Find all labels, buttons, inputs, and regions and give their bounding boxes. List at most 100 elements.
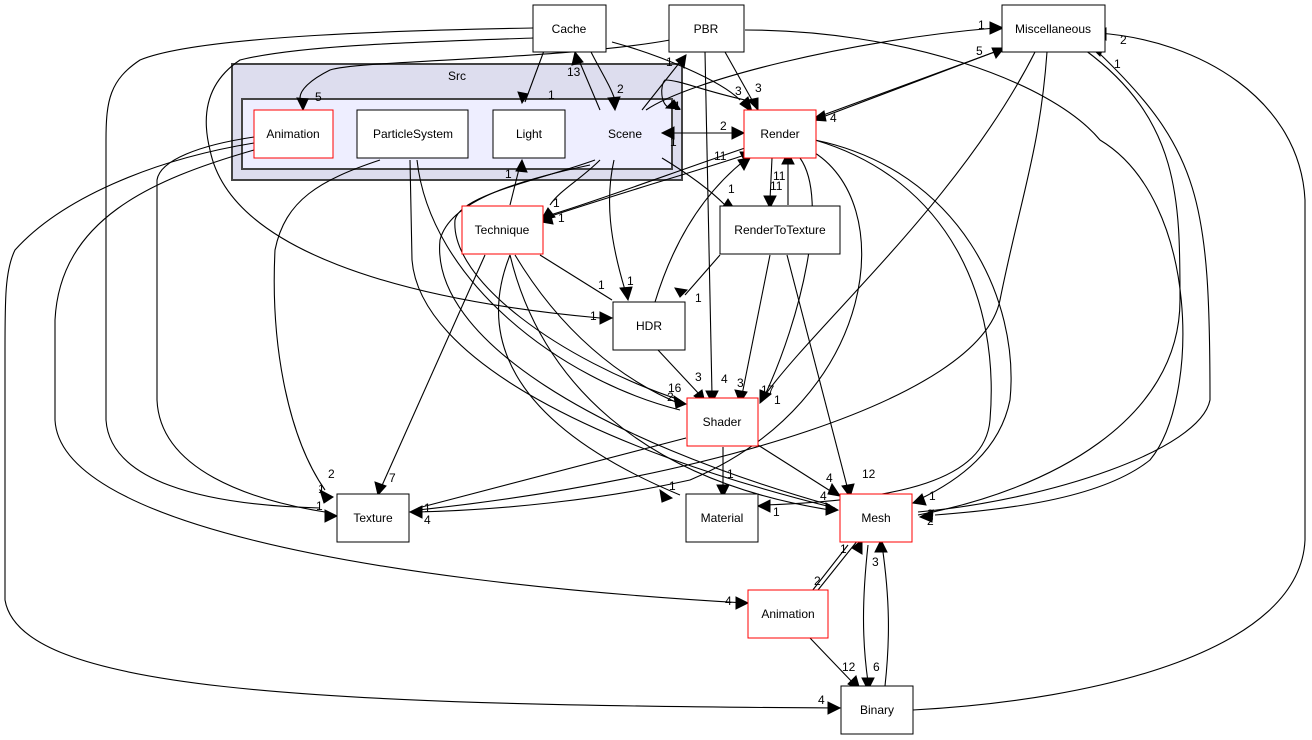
edge-label: 4 [830,111,837,125]
node-scene[interactable]: Scene [608,127,642,141]
arrowhead [989,21,1005,35]
edge-label: 3 [755,81,762,95]
edge-label: 1 [558,211,565,225]
edge-render-material[interactable] [764,139,992,506]
node-particlesystem[interactable]: ParticleSystem [356,109,469,159]
edge-misc-mesh[interactable] [917,49,1181,516]
node-binary[interactable]: Binary [840,685,914,735]
node-mesh-label: Mesh [861,511,890,525]
edge-label: 6 [873,660,880,674]
edge-shader-mesh[interactable] [757,444,833,493]
node-light[interactable]: Light [492,109,566,159]
edge-label: 1 [669,479,676,493]
edge-srcanim-texture[interactable] [156,136,326,513]
node-material-label: Material [701,511,744,525]
node-hdr[interactable]: HDR [612,301,686,351]
edge-label: 17 [761,383,775,397]
edge-label: 3 [872,555,879,569]
edge-label: 1 [774,393,781,407]
edge-label: 2 [720,119,727,133]
node-render[interactable]: Render [743,109,817,159]
arrowhead [731,126,746,140]
edge-binary-misc[interactable] [912,32,1306,711]
arrowhead [619,286,633,302]
node-animation[interactable]: Animation [747,589,829,639]
edge-label: 1 [695,291,702,305]
edge-label: 5 [976,44,983,58]
edge-label: 12 [862,467,876,481]
edge-mesh-misc[interactable] [917,51,1211,513]
arrowhead [673,394,688,409]
edge-misc-render[interactable] [819,47,1006,119]
edge-label: 3 [737,376,744,390]
node-pbr[interactable]: PBR [668,4,745,53]
edge-label: 2 [927,514,934,528]
edge-label: 1 [666,55,673,69]
arrowhead [408,505,423,519]
node-technique-label: Technique [475,223,530,237]
node-material[interactable]: Material [685,493,759,543]
edge-particle-shader[interactable] [416,159,681,411]
edge-pbr-mesh[interactable] [744,29,1184,516]
edge-label: 4 [818,693,825,707]
edge-label: 5 [315,90,322,104]
node-texture-label: Texture [353,511,393,525]
edge-rtt-hdr[interactable] [684,254,721,296]
node-miscellaneous[interactable]: Miscellaneous [1001,4,1106,53]
edge-rtt-shader[interactable] [741,254,771,396]
edge-binary-mesh[interactable] [881,544,889,687]
edge-particle-texture[interactable] [273,159,381,491]
node-hdr-label: HDR [636,319,662,333]
node-animation-label: Animation [761,607,814,621]
edge-label: 1 [840,542,847,556]
edge-label: 4 [826,471,833,485]
edge-label: 1 [727,467,734,481]
node-pbr-label: PBR [694,22,719,36]
arrowhead [825,502,840,516]
node-mesh[interactable]: Mesh [839,493,913,543]
node-cache-label: Cache [552,22,587,36]
edge-label: 1 [590,309,597,323]
edge-label: 1 [674,99,681,113]
node-cache[interactable]: Cache [532,4,607,53]
arrowhead [827,482,842,497]
edge-label: 4 [424,513,431,527]
edge-label: 1 [548,88,555,102]
edge-label: 1 [505,167,512,181]
edge-label: 1 [316,499,323,513]
arrowhead [911,493,927,506]
edge-label: 2 [814,574,821,588]
edge-mesh-binary[interactable] [862,544,869,683]
arrowhead [827,701,842,715]
edge-label: 2 [617,82,624,96]
arrowhead [674,287,689,298]
edge-render-shader[interactable] [764,157,813,396]
node-render-label: Render [760,127,799,141]
edge-label: 3 [695,370,702,384]
node-shader[interactable]: Shader [686,397,759,447]
edge-technique-texture[interactable] [379,254,486,491]
node-src-animation[interactable]: Animation [253,109,334,159]
node-rendertotexture[interactable]: RenderToTexture [719,205,841,255]
edge-label: 2 [667,390,674,404]
edge-scene-shader[interactable] [454,159,681,401]
arrowhead [599,311,614,325]
arrowhead [324,509,339,523]
node-rendertotexture-label: RenderToTexture [734,223,826,237]
dependency-graph: Src Cache PBR Miscellaneous Animation Pa… [4,4,1306,735]
node-technique[interactable]: Technique [461,205,544,255]
node-src-animation-label: Animation [266,127,319,141]
edge-pbr-shader[interactable] [704,51,713,396]
edge-label: 11 [770,179,783,193]
node-particlesystem-label: ParticleSystem [373,127,453,141]
edge-rtt-mesh[interactable] [786,254,849,491]
node-texture[interactable]: Texture [336,493,410,543]
edge-label: 11 [714,149,727,163]
edge-label: 4 [820,489,827,503]
edge-shader-texture[interactable] [417,437,687,509]
edge-label: 1 [978,18,985,32]
edge-label: 4 [725,594,732,608]
node-miscellaneous-label: Miscellaneous [1015,22,1091,36]
node-shader-label: Shader [703,415,742,429]
edge-label: 12 [842,660,856,674]
